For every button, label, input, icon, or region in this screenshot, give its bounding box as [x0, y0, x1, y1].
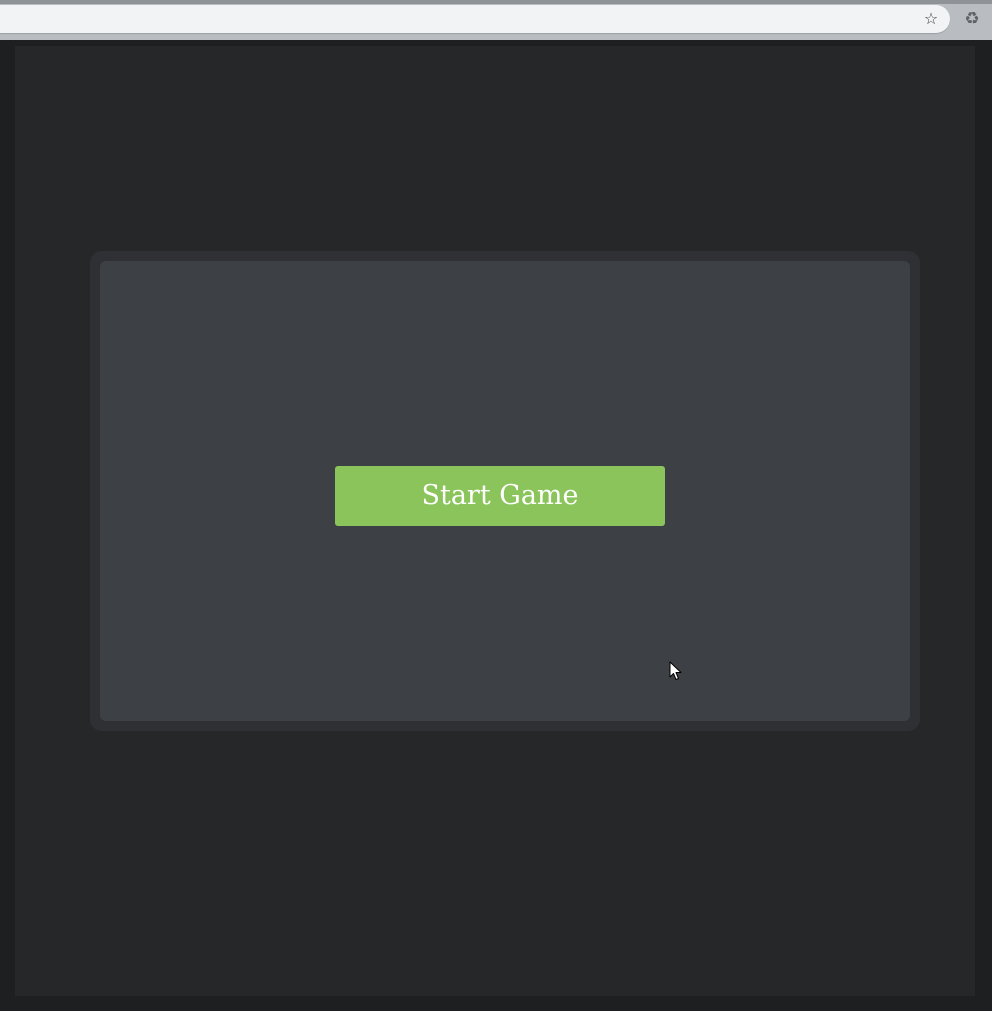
- browser-viewport: Start Game: [0, 40, 992, 1011]
- game-frame: Start Game: [90, 251, 920, 731]
- browser-toolbar: ☆ ♻: [0, 0, 992, 40]
- window-top-border: [0, 0, 992, 4]
- page-area: Start Game: [15, 46, 975, 996]
- mouse-cursor-icon: [669, 661, 682, 680]
- start-game-button[interactable]: Start Game: [335, 466, 665, 526]
- game-canvas[interactable]: Start Game: [100, 261, 910, 721]
- address-bar[interactable]: [0, 5, 950, 33]
- recycle-icon[interactable]: ♻: [962, 9, 982, 29]
- bookmark-star-icon[interactable]: ☆: [922, 10, 940, 28]
